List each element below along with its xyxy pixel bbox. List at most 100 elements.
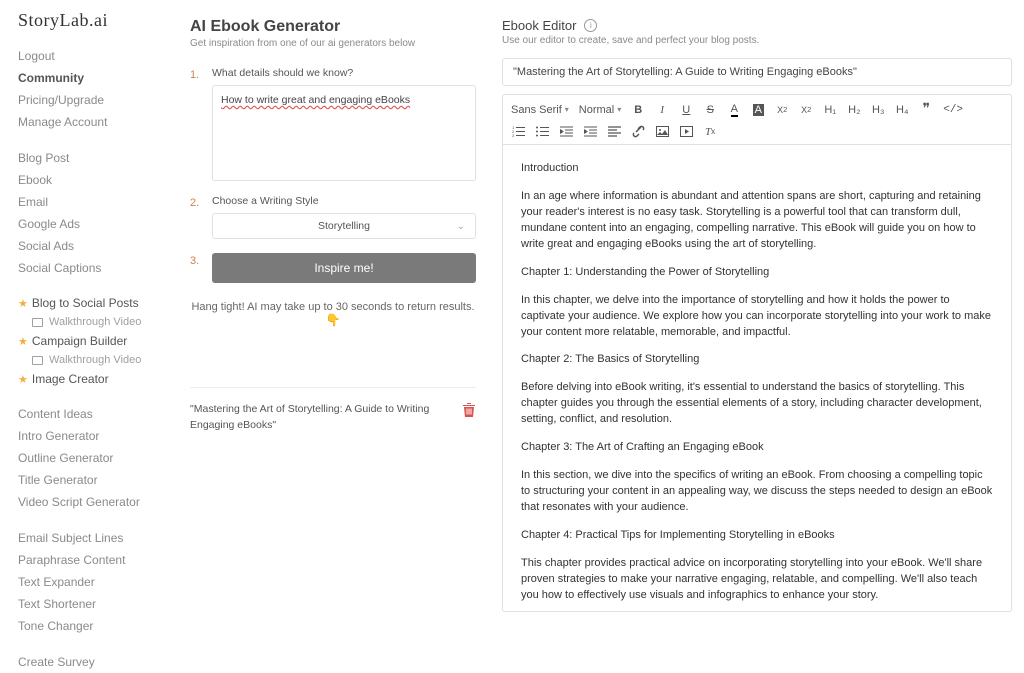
nav-google-ads[interactable]: Google Ads (18, 213, 180, 235)
step-number: 3. (190, 255, 202, 283)
font-size-select[interactable]: Normal ▾ (579, 104, 621, 116)
nav-text-shortener[interactable]: Text Shortener (18, 593, 180, 615)
link-button[interactable] (631, 125, 645, 138)
info-icon[interactable]: i (584, 19, 597, 32)
font-family-select[interactable]: Sans Serif ▾ (511, 104, 569, 116)
wait-message: Hang tight! AI may take up to 30 seconds… (190, 301, 476, 327)
svg-text:3: 3 (512, 133, 515, 137)
generator-panel: AI Ebook Generator Get inspiration from … (180, 0, 490, 622)
nav-create-survey[interactable]: Create Survey (18, 651, 180, 673)
h4-button[interactable]: H₄ (895, 104, 909, 116)
star-icon: ★ (18, 297, 28, 310)
pointing-down-icon: 👇 (326, 313, 341, 327)
editor-subtitle: Use our editor to create, save and perfe… (502, 35, 1012, 46)
nav-email[interactable]: Email (18, 191, 180, 213)
clear-format-button[interactable]: Tx (703, 126, 717, 138)
strike-button[interactable]: S (703, 104, 717, 116)
delete-result-button[interactable] (462, 402, 476, 422)
step1-label: What details should we know? (212, 67, 476, 79)
superscript-button[interactable]: X2 (775, 105, 789, 115)
nav-video-script-generator[interactable]: Video Script Generator (18, 491, 180, 513)
nav-group-account: Logout Community Pricing/Upgrade Manage … (18, 45, 180, 133)
align-button[interactable] (607, 126, 621, 137)
nav-social-ads[interactable]: Social Ads (18, 235, 180, 257)
nav-title-generator[interactable]: Title Generator (18, 469, 180, 491)
video-icon (32, 318, 43, 327)
indent-decrease-button[interactable] (559, 126, 573, 137)
nav-community[interactable]: Community (18, 67, 180, 89)
step-number: 1. (190, 69, 202, 181)
nav-walkthrough-2[interactable]: Walkthrough Video (18, 351, 180, 369)
video-button[interactable] (679, 126, 693, 137)
generator-subtitle: Get inspiration from one of our ai gener… (190, 38, 476, 49)
chevron-down-icon: ▾ (565, 105, 569, 114)
underline-button[interactable]: U (679, 104, 693, 116)
trash-icon (462, 402, 476, 418)
subscript-button[interactable]: X2 (799, 105, 813, 115)
step-number: 2. (190, 197, 202, 239)
content-paragraph: This chapter provides practical advice o… (521, 556, 993, 604)
step-1: 1. What details should we know? How to w… (190, 67, 476, 181)
star-icon: ★ (18, 335, 28, 348)
sidebar: StoryLab.ai Logout Community Pricing/Upg… (0, 0, 180, 622)
content-paragraph: Introduction (521, 161, 993, 177)
image-button[interactable] (655, 126, 669, 137)
nav-group-tools2: Content Ideas Intro Generator Outline Ge… (18, 403, 180, 513)
nav-manage-account[interactable]: Manage Account (18, 111, 180, 133)
editor-toolbar: Sans Serif ▾ Normal ▾ B I U S A A X2 X2 … (502, 94, 1012, 145)
nav-image-creator[interactable]: ★Image Creator (18, 369, 180, 389)
result-card: "Mastering the Art of Storytelling: A Gu… (190, 387, 476, 434)
blockquote-button[interactable]: ❞ (919, 101, 933, 118)
content-paragraph: Chapter 1: Understanding the Power of St… (521, 265, 993, 281)
nav-text-expander[interactable]: Text Expander (18, 571, 180, 593)
nav-blog-post[interactable]: Blog Post (18, 147, 180, 169)
italic-button[interactable]: I (655, 104, 669, 116)
nav-email-subject[interactable]: Email Subject Lines (18, 527, 180, 549)
editor-panel: Ebook Editor i Use our editor to create,… (490, 0, 1024, 622)
nav-social-captions[interactable]: Social Captions (18, 257, 180, 279)
nav-group-tools4: Create Survey (18, 651, 180, 673)
nav-ebook[interactable]: Ebook (18, 169, 180, 191)
brand-logo: StoryLab.ai (18, 10, 180, 31)
result-text[interactable]: "Mastering the Art of Storytelling: A Gu… (190, 402, 452, 434)
inspire-button[interactable]: Inspire me! (212, 253, 476, 283)
bold-button[interactable]: B (631, 104, 645, 116)
unordered-list-button[interactable] (535, 126, 549, 137)
nav-group-starred: ★Blog to Social Posts Walkthrough Video … (18, 293, 180, 389)
h3-button[interactable]: H₃ (871, 104, 885, 116)
editor-header: Ebook Editor i (502, 18, 1012, 33)
nav-paraphrase[interactable]: Paraphrase Content (18, 549, 180, 571)
nav-campaign-builder[interactable]: ★Campaign Builder (18, 331, 180, 351)
nav-logout[interactable]: Logout (18, 45, 180, 67)
content-paragraph: Chapter 3: The Art of Crafting an Engagi… (521, 440, 993, 456)
chevron-down-icon: ▾ (617, 105, 621, 114)
nav-outline-generator[interactable]: Outline Generator (18, 447, 180, 469)
indent-increase-button[interactable] (583, 126, 597, 137)
nav-pricing[interactable]: Pricing/Upgrade (18, 89, 180, 111)
nav-blog-to-social[interactable]: ★Blog to Social Posts (18, 293, 180, 313)
highlight-button[interactable]: A (751, 104, 765, 116)
h2-button[interactable]: H₂ (847, 104, 861, 116)
video-icon (32, 356, 43, 365)
content-paragraph: Chapter 2: The Basics of Storytelling (521, 352, 993, 368)
editor-content[interactable]: Introduction In an age where information… (502, 145, 1012, 612)
content-paragraph: In an age where information is abundant … (521, 189, 993, 253)
doc-title-input[interactable] (502, 58, 1012, 86)
nav-group-tools1: Blog Post Ebook Email Google Ads Social … (18, 147, 180, 279)
details-input[interactable]: How to write great and engaging eBooks (212, 85, 476, 181)
content-paragraph: Before delving into eBook writing, it's … (521, 380, 993, 428)
writing-style-select[interactable]: Storytelling (212, 213, 476, 239)
nav-content-ideas[interactable]: Content Ideas (18, 403, 180, 425)
generator-title: AI Ebook Generator (190, 18, 476, 36)
code-button[interactable]: </> (943, 104, 963, 116)
editor-title: Ebook Editor (502, 18, 576, 33)
text-color-button[interactable]: A (727, 103, 741, 117)
nav-tone-changer[interactable]: Tone Changer (18, 615, 180, 637)
content-paragraph: In this section, we dive into the specif… (521, 468, 993, 516)
content-paragraph: Chapter 4: Practical Tips for Implementi… (521, 528, 993, 544)
ordered-list-button[interactable]: 123 (511, 126, 525, 137)
nav-walkthrough-1[interactable]: Walkthrough Video (18, 313, 180, 331)
h1-button[interactable]: H₁ (823, 104, 837, 116)
nav-intro-generator[interactable]: Intro Generator (18, 425, 180, 447)
content-paragraph: In this chapter, we delve into the impor… (521, 293, 993, 341)
